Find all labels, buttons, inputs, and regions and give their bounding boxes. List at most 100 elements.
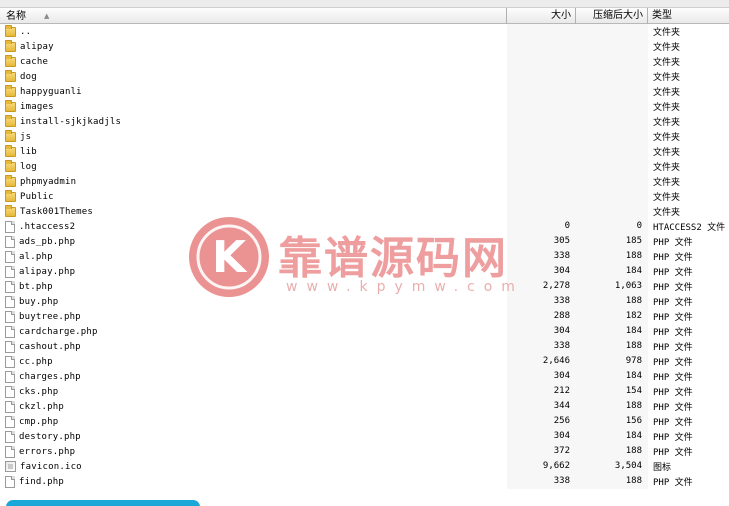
- file-name: charges.php: [19, 371, 81, 382]
- file-size: 305: [507, 234, 576, 249]
- file-row[interactable]: images 文件夹: [0, 99, 729, 114]
- file-row[interactable]: log 文件夹: [0, 159, 729, 174]
- file-type: 文件夹: [653, 73, 681, 83]
- file-size: 344: [507, 399, 576, 414]
- file-name: alipay: [20, 41, 54, 52]
- file-size: 9,662: [507, 459, 576, 474]
- file-row[interactable]: buytree.php 288 182 PHP 文件: [0, 309, 729, 324]
- file-compressed-size: 156: [576, 414, 648, 429]
- file-type: PHP 文件: [653, 433, 693, 443]
- file-size: [507, 174, 576, 189]
- folder-icon: [5, 55, 16, 67]
- file-compressed-size: [576, 99, 648, 114]
- file-row[interactable]: charges.php 304 184 PHP 文件: [0, 369, 729, 384]
- file-type: 文件夹: [653, 163, 681, 173]
- file-type: 文件夹: [653, 178, 681, 188]
- file-compressed-size: 188: [576, 294, 648, 309]
- file-type: 文件夹: [653, 148, 681, 158]
- file-row[interactable]: dog 文件夹: [0, 69, 729, 84]
- file-row[interactable]: alipay 文件夹: [0, 39, 729, 54]
- file-name: cashout.php: [19, 341, 81, 352]
- file-row[interactable]: install-sjkjkadjls 文件夹: [0, 114, 729, 129]
- file-type: PHP 文件: [653, 253, 693, 263]
- folder-icon: [5, 190, 16, 202]
- file-type: PHP 文件: [653, 448, 693, 458]
- folder-icon: [5, 130, 16, 142]
- file-row[interactable]: cache 文件夹: [0, 54, 729, 69]
- file-icon: [5, 400, 15, 413]
- file-row[interactable]: find.php 338 188 PHP 文件: [0, 474, 729, 489]
- column-header-size[interactable]: 大小: [507, 8, 576, 24]
- file-name-cell: cashout.php: [0, 340, 507, 353]
- column-header-name[interactable]: 名称 ▲: [0, 8, 507, 24]
- file-row[interactable]: ckzl.php 344 188 PHP 文件: [0, 399, 729, 414]
- file-name: buy.php: [19, 296, 59, 307]
- file-size: 338: [507, 474, 576, 489]
- file-row[interactable]: js 文件夹: [0, 129, 729, 144]
- file-compressed-size: [576, 39, 648, 54]
- file-type: PHP 文件: [653, 373, 693, 383]
- file-row[interactable]: errors.php 372 188 PHP 文件: [0, 444, 729, 459]
- file-name-cell: find.php: [0, 475, 507, 488]
- file-row[interactable]: destory.php 304 184 PHP 文件: [0, 429, 729, 444]
- file-size: [507, 99, 576, 114]
- file-name: images: [20, 101, 54, 112]
- file-size: [507, 69, 576, 84]
- file-type: 文件夹: [653, 133, 681, 143]
- folder-icon: [5, 85, 16, 97]
- file-size: 288: [507, 309, 576, 324]
- file-name-cell: js: [0, 130, 507, 142]
- window-top-edge: [0, 0, 729, 8]
- file-name-cell: destory.php: [0, 430, 507, 443]
- folder-icon: [5, 115, 16, 127]
- file-name: ckzl.php: [19, 401, 64, 412]
- file-name-cell: alipay: [0, 40, 507, 52]
- file-name: happyguanli: [20, 86, 82, 97]
- file-icon: [5, 280, 15, 293]
- file-name-cell: happyguanli: [0, 85, 507, 97]
- file-row[interactable]: cks.php 212 154 PHP 文件: [0, 384, 729, 399]
- file-compressed-size: [576, 204, 648, 219]
- file-size: [507, 54, 576, 69]
- file-row[interactable]: cc.php 2,646 978 PHP 文件: [0, 354, 729, 369]
- file-size: 338: [507, 294, 576, 309]
- file-name: ..: [20, 26, 32, 37]
- file-name-cell: errors.php: [0, 445, 507, 458]
- folder-icon: [5, 160, 16, 172]
- column-header-name-label: 名称: [6, 10, 26, 22]
- column-header-type[interactable]: 类型: [648, 8, 729, 24]
- file-name: cache: [20, 56, 49, 67]
- file-row[interactable]: happyguanli 文件夹: [0, 84, 729, 99]
- file-compressed-size: 182: [576, 309, 648, 324]
- file-row[interactable]: cashout.php 338 188 PHP 文件: [0, 339, 729, 354]
- file-size: [507, 129, 576, 144]
- file-icon: [5, 325, 15, 338]
- folder-icon: [5, 70, 16, 82]
- file-name-cell: phpmyadmin: [0, 175, 507, 187]
- file-row[interactable]: phpmyadmin 文件夹: [0, 174, 729, 189]
- file-type: PHP 文件: [653, 328, 693, 338]
- file-type: 文件夹: [653, 103, 681, 113]
- file-row[interactable]: cardcharge.php 304 184 PHP 文件: [0, 324, 729, 339]
- file-row[interactable]: favicon.ico 9,662 3,504 图标: [0, 459, 729, 474]
- file-name: cc.php: [19, 356, 53, 367]
- column-header-type-label: 类型: [652, 10, 672, 21]
- file-type: 文件夹: [653, 28, 681, 38]
- file-compressed-size: 184: [576, 264, 648, 279]
- column-header-compressed-size[interactable]: 压缩后大小: [576, 8, 648, 24]
- file-icon: [5, 430, 15, 443]
- file-name-cell: buytree.php: [0, 310, 507, 323]
- file-size: [507, 24, 576, 39]
- file-size: 2,646: [507, 354, 576, 369]
- file-name-cell: cache: [0, 55, 507, 67]
- file-icon: [5, 310, 15, 323]
- file-compressed-size: [576, 69, 648, 84]
- file-row[interactable]: .. 文件夹: [0, 24, 729, 39]
- file-type: PHP 文件: [653, 298, 693, 308]
- file-size: 338: [507, 339, 576, 354]
- file-row[interactable]: cmp.php 256 156 PHP 文件: [0, 414, 729, 429]
- file-row[interactable]: lib 文件夹: [0, 144, 729, 159]
- column-header-bar: 名称 ▲ 大小 压缩后大小 类型: [0, 8, 729, 24]
- watermark-logo: K: [189, 217, 269, 297]
- folder-icon: [5, 100, 16, 112]
